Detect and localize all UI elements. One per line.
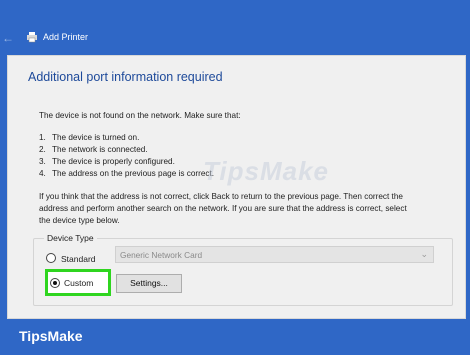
custom-radio[interactable] — [50, 278, 60, 288]
chevron-down-icon: ⌄ — [420, 249, 428, 259]
radio-selected-dot — [53, 281, 57, 285]
standard-device-select[interactable]: Generic Network Card ⌄ — [115, 246, 434, 263]
page-heading: Additional port information required — [28, 70, 223, 84]
watermark: TipsMake — [203, 156, 330, 186]
settings-button[interactable]: Settings... — [116, 274, 182, 293]
device-type-label: Device Type — [44, 233, 97, 243]
back-arrow-icon[interactable]: ← — [2, 31, 16, 45]
standard-device-value: Generic Network Card — [120, 250, 203, 260]
footer-brand: TipsMake — [19, 328, 83, 344]
checklist-item: 2. The network is connected. — [39, 145, 148, 154]
add-printer-window: ← Add Printer Additional port informatio… — [0, 0, 470, 319]
checklist-item: 3. The device is properly configured. — [39, 157, 175, 166]
intro-text: The device is not found on the network. … — [39, 111, 241, 120]
help-text-line: the device type below. — [39, 216, 120, 225]
custom-radio-label[interactable]: Custom — [64, 278, 93, 288]
checklist-item: 4. The address on the previous page is co… — [39, 169, 215, 178]
printer-icon — [27, 32, 37, 43]
window-title: Add Printer — [43, 32, 89, 42]
standard-radio[interactable] — [46, 253, 56, 263]
standard-radio-label[interactable]: Standard — [61, 254, 96, 264]
help-text-line: If you think that the address is not cor… — [39, 192, 403, 201]
title-bar: ← Add Printer — [0, 26, 470, 50]
checklist-item: 1. The device is turned on. — [39, 133, 140, 142]
help-text-line: address and perform another search on th… — [39, 204, 407, 213]
wizard-panel: Additional port information required The… — [7, 55, 466, 319]
